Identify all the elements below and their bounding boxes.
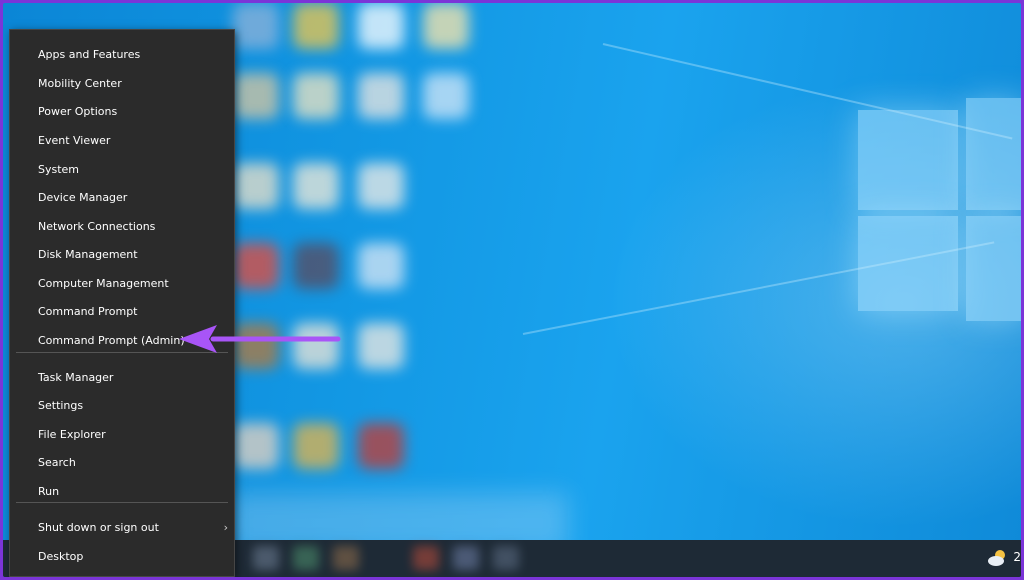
menu-item-label: Event Viewer (38, 134, 111, 147)
menu-item-label: Shut down or sign out (38, 521, 159, 534)
menu-item-label: Network Connections (38, 220, 156, 233)
menu-item-file-explorer[interactable]: File Explorer (10, 421, 234, 449)
menu-item-label: Power Options (38, 105, 118, 118)
desktop-icon-blurred[interactable] (293, 73, 339, 119)
menu-item-task-manager[interactable]: Task Manager (10, 364, 234, 392)
menu-item-label: Search (38, 456, 76, 469)
chevron-right-icon: › (223, 521, 228, 534)
menu-item-label: Command Prompt (38, 305, 138, 318)
desktop-icon-blurred[interactable] (358, 73, 404, 119)
desktop-icon-blurred[interactable] (293, 243, 339, 289)
desktop-icon-blurred[interactable] (358, 3, 404, 49)
menu-item-device-manager[interactable]: Device Manager (10, 184, 234, 212)
menu-item-disk-management[interactable]: Disk Management (10, 241, 234, 269)
desktop-icon-blurred[interactable] (293, 3, 339, 49)
desktop-icon-blurred[interactable] (358, 323, 404, 369)
menu-item-label: System (38, 163, 80, 176)
menu-item-settings[interactable]: Settings (10, 392, 234, 420)
desktop-icon-blurred[interactable] (233, 163, 279, 209)
desktop-icon-blurred[interactable] (293, 423, 339, 469)
menu-item-label: Run (38, 485, 60, 498)
menu-item-label: Apps and Features (38, 48, 141, 61)
desktop-icon-blurred[interactable] (233, 243, 279, 289)
tray-clock-text[interactable]: 2 (1013, 550, 1021, 564)
menu-item-label: Device Manager (38, 191, 128, 204)
desktop-icon-blurred[interactable] (358, 423, 404, 469)
menu-item-label: Settings (38, 399, 84, 412)
menu-item-network-connections[interactable]: Network Connections (10, 213, 234, 241)
menu-item-label: Mobility Center (38, 77, 122, 90)
menu-item-label: Task Manager (38, 371, 114, 384)
desktop-icon-blurred[interactable] (293, 163, 339, 209)
desktop-icon-blurred[interactable] (233, 3, 279, 49)
desktop-icon-blurred[interactable] (358, 243, 404, 289)
menu-item-label: File Explorer (38, 428, 106, 441)
partly-cloudy-weather-icon[interactable] (987, 546, 1009, 568)
menu-item-system[interactable]: System (10, 156, 234, 184)
desktop-icon-blurred[interactable] (233, 73, 279, 119)
menu-item-label: Computer Management (38, 277, 169, 290)
menu-item-computer-management[interactable]: Computer Management (10, 270, 234, 298)
winx-context-menu: Apps and Features Mobility Center Power Op… (9, 29, 235, 577)
desktop-icon-blurred[interactable] (233, 423, 279, 469)
menu-separator (16, 502, 228, 503)
menu-item-shut-down-or-sign-out[interactable]: Shut down or sign out › (10, 514, 234, 542)
annotation-arrow-icon (179, 325, 341, 353)
menu-item-search[interactable]: Search (10, 449, 234, 477)
desktop-icon-blurred[interactable] (423, 73, 469, 119)
menu-item-event-viewer[interactable]: Event Viewer (10, 127, 234, 155)
menu-item-label: Desktop (38, 550, 84, 563)
screenshot-frame: 2 Apps and Features Mobility Center Power … (3, 3, 1021, 577)
menu-item-mobility-center[interactable]: Mobility Center (10, 70, 234, 98)
menu-item-apps-and-features[interactable]: Apps and Features (10, 41, 234, 69)
menu-item-desktop[interactable]: Desktop (10, 543, 234, 571)
menu-item-label: Command Prompt (Admin) (38, 334, 185, 347)
menu-item-label: Disk Management (38, 248, 138, 261)
desktop-icon-blurred[interactable] (358, 163, 404, 209)
desktop-icon-blurred[interactable] (423, 3, 469, 49)
menu-item-power-options[interactable]: Power Options (10, 98, 234, 126)
